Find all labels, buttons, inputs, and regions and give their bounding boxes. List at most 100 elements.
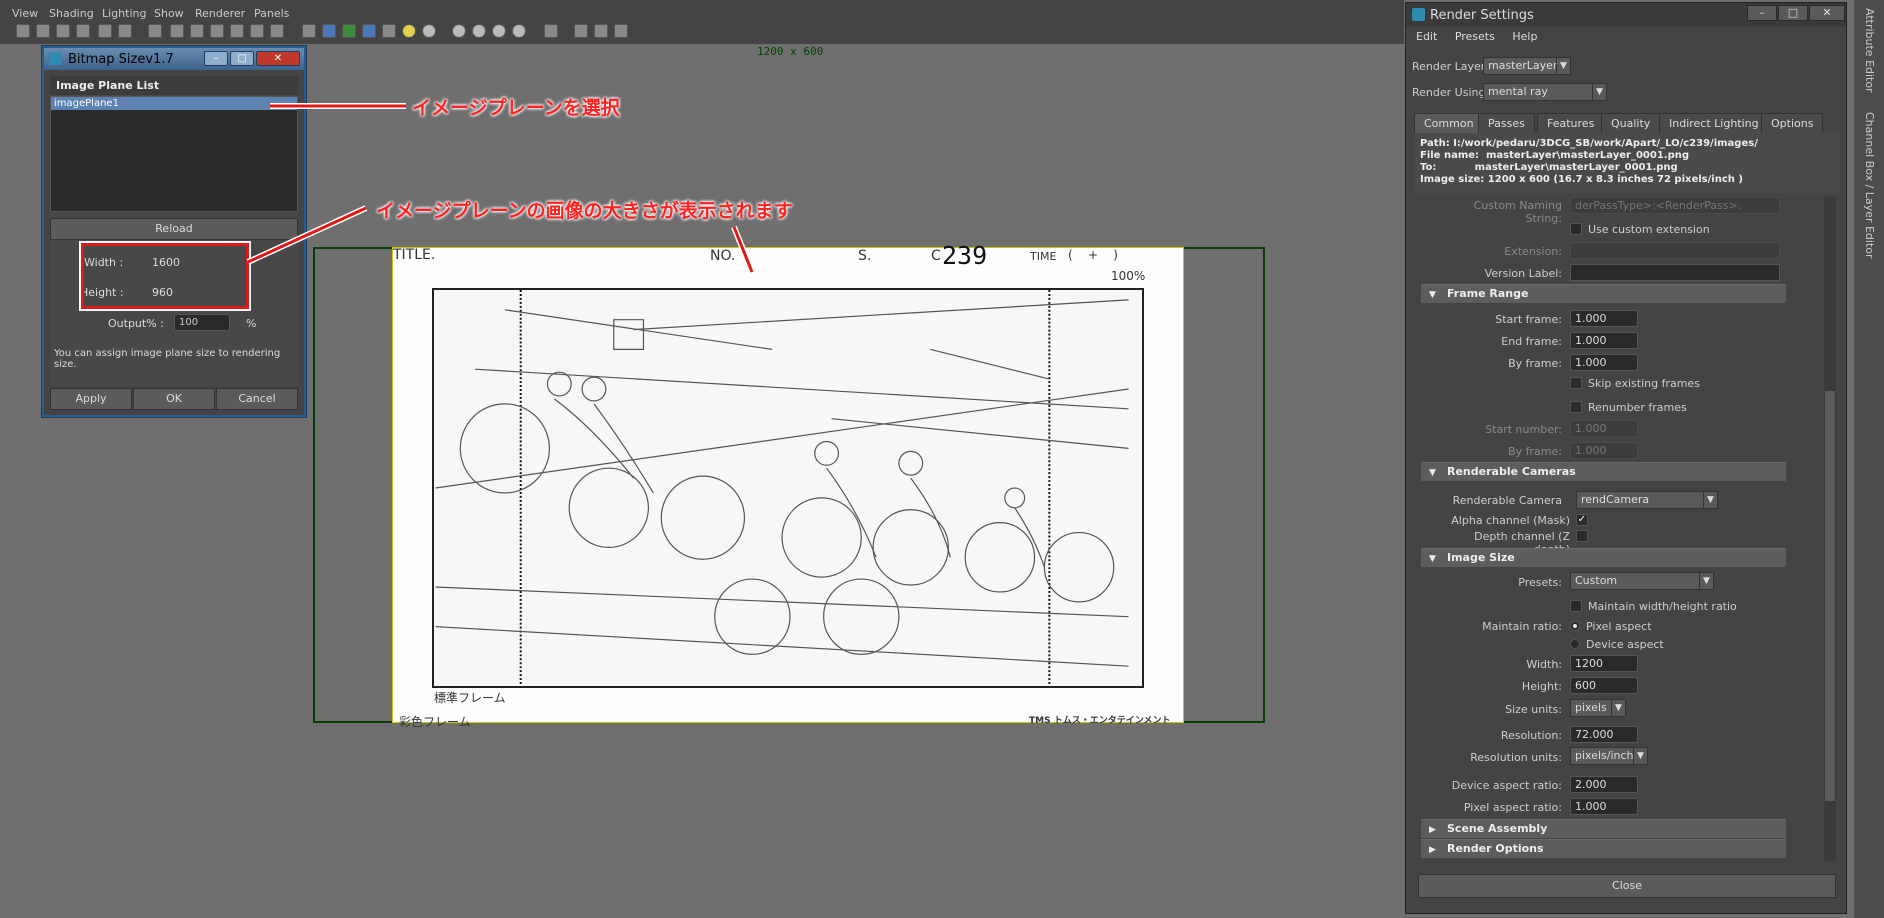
tab-features[interactable]: Features: [1537, 113, 1605, 133]
tab-passes[interactable]: Passes: [1478, 113, 1535, 133]
gate-mask-icon[interactable]: [210, 24, 224, 38]
ok-button[interactable]: OK: [133, 388, 215, 410]
renumber-checkbox[interactable]: [1570, 401, 1582, 413]
pixel-aspect-radio[interactable]: [1570, 621, 1580, 631]
extension-field[interactable]: [1570, 242, 1780, 259]
by-frame-field[interactable]: 1.000: [1570, 354, 1638, 371]
menu-edit[interactable]: Edit: [1416, 30, 1437, 43]
cancel-button[interactable]: Cancel: [216, 388, 298, 410]
menu-view[interactable]: View: [12, 7, 38, 20]
camera-attr-icon[interactable]: [36, 24, 50, 38]
grease-pencil-icon[interactable]: [98, 24, 112, 38]
pencil-icon[interactable]: [118, 24, 132, 38]
alpha-channel-checkbox[interactable]: ✓: [1576, 514, 1588, 526]
resolution-field[interactable]: 72.000: [1570, 726, 1638, 743]
render-layer-dropdown[interactable]: masterLayer ▼: [1483, 57, 1571, 75]
tab-common[interactable]: Common: [1414, 113, 1484, 133]
ambient-occlusion-icon[interactable]: [452, 24, 466, 38]
skip-existing-checkbox[interactable]: [1570, 377, 1582, 389]
attribute-editor-tab[interactable]: Attribute Editor: [1863, 8, 1876, 93]
motion-blur-icon[interactable]: [472, 24, 486, 38]
menu-show[interactable]: Show: [154, 7, 184, 20]
menu-panels[interactable]: Panels: [254, 7, 289, 20]
menu-presets[interactable]: Presets: [1455, 30, 1495, 43]
wireframe-icon[interactable]: [302, 24, 316, 38]
image-plane-list[interactable]: imagePlane1: [50, 96, 298, 212]
tab-indirect-lighting[interactable]: Indirect Lighting: [1659, 113, 1769, 133]
start-number-field[interactable]: 1.000: [1570, 420, 1638, 437]
version-label-field[interactable]: [1570, 264, 1780, 281]
close-button[interactable]: ✕: [256, 51, 300, 66]
use-custom-ext-checkbox[interactable]: [1570, 223, 1582, 235]
render-using-label: Render Using: [1412, 86, 1486, 99]
size-units-dropdown[interactable]: pixels ▼: [1570, 699, 1626, 717]
renderable-cameras-header[interactable]: ▼ Renderable Cameras: [1421, 462, 1786, 481]
safe-action-icon[interactable]: [250, 24, 264, 38]
lights-icon[interactable]: [402, 24, 416, 38]
menu-renderer[interactable]: Renderer: [195, 7, 245, 20]
safe-title-icon[interactable]: [270, 24, 284, 38]
film-gate-icon[interactable]: [170, 24, 184, 38]
menu-help[interactable]: Help: [1512, 30, 1537, 43]
xray-active-icon[interactable]: [594, 24, 608, 38]
menu-shading[interactable]: Shading: [49, 7, 94, 20]
device-aspect-radio[interactable]: [1570, 639, 1580, 649]
shadows-icon[interactable]: [422, 24, 436, 38]
xray-joints-icon[interactable]: [574, 24, 588, 38]
scene-assembly-header[interactable]: ▶ Scene Assembly: [1421, 819, 1786, 838]
close-window-button[interactable]: ✕: [1809, 5, 1845, 21]
close-button[interactable]: Close: [1418, 874, 1836, 898]
image-size-title: Image Size: [1447, 551, 1515, 564]
frame-range-header[interactable]: ▼ Frame Range: [1421, 284, 1786, 303]
apply-button[interactable]: Apply: [50, 388, 132, 410]
resolution-units-dropdown[interactable]: pixels/inch ▼: [1570, 747, 1648, 765]
grid-icon[interactable]: [148, 24, 162, 38]
textured-icon[interactable]: [382, 24, 396, 38]
list-item[interactable]: imagePlane1: [51, 97, 297, 110]
presets-dropdown[interactable]: Custom ▼: [1570, 572, 1714, 590]
minimize-button[interactable]: –: [1747, 5, 1777, 21]
height-field[interactable]: 600: [1570, 677, 1638, 694]
scrollbar-thumb[interactable]: [1825, 391, 1835, 801]
end-frame-field[interactable]: 1.000: [1570, 332, 1638, 349]
maximize-button[interactable]: □: [1778, 5, 1808, 21]
pixel-aspect-field[interactable]: 1.000: [1570, 798, 1638, 815]
tab-quality[interactable]: Quality: [1601, 113, 1661, 133]
share-icon[interactable]: [614, 24, 628, 38]
field-chart-icon[interactable]: [230, 24, 244, 38]
resolution-gate-icon[interactable]: [190, 24, 204, 38]
depth-of-field-icon[interactable]: [512, 24, 526, 38]
render-using-dropdown[interactable]: mental ray ▼: [1483, 83, 1607, 101]
multisample-icon[interactable]: [492, 24, 506, 38]
wireframe-on-shaded-icon[interactable]: [342, 24, 356, 38]
minimize-button[interactable]: –: [204, 51, 228, 66]
tab-options[interactable]: Options: [1761, 113, 1824, 133]
by-frame2-field[interactable]: 1.000: [1570, 442, 1638, 459]
render-options-header[interactable]: ▶ Render Options: [1421, 839, 1786, 858]
device-aspect-option-label: Device aspect: [1586, 638, 1664, 651]
smooth-shade-icon[interactable]: [322, 24, 336, 38]
channel-box-tab[interactable]: Channel Box / Layer Editor: [1863, 112, 1876, 259]
width-field[interactable]: 1200: [1570, 655, 1638, 672]
start-frame-field[interactable]: 1.000: [1570, 310, 1638, 327]
expand-arrow-icon: ▶: [1429, 845, 1436, 855]
bitmap-window-body: Image Plane List imagePlane1 Reload Widt…: [50, 76, 298, 386]
menu-lighting[interactable]: Lighting: [102, 7, 146, 20]
custom-naming-field[interactable]: derPassType>:<RenderPass>.<Camera>: [1570, 197, 1780, 214]
callout-size-shown: イメージプレーンの画像の大きさが表示されます: [376, 200, 793, 222]
bookmark-icon[interactable]: [56, 24, 70, 38]
isolate-select-icon[interactable]: [544, 24, 558, 38]
depth-channel-checkbox[interactable]: [1576, 530, 1588, 542]
scrollbar[interactable]: [1824, 196, 1836, 861]
render-using-value: mental ray: [1488, 85, 1548, 98]
maximize-button[interactable]: □: [230, 51, 254, 66]
device-aspect-field[interactable]: 2.000: [1570, 776, 1638, 793]
image-plane-icon[interactable]: [76, 24, 90, 38]
image-size-header[interactable]: ▼ Image Size: [1421, 548, 1786, 567]
renderable-camera-dropdown[interactable]: rendCamera ▼: [1576, 491, 1718, 509]
camera-icon[interactable]: [16, 24, 30, 38]
reload-button[interactable]: Reload: [50, 218, 298, 240]
maintain-wh-checkbox[interactable]: [1570, 600, 1582, 612]
xray-icon[interactable]: [362, 24, 376, 38]
output-percent-field[interactable]: 100: [174, 314, 230, 331]
